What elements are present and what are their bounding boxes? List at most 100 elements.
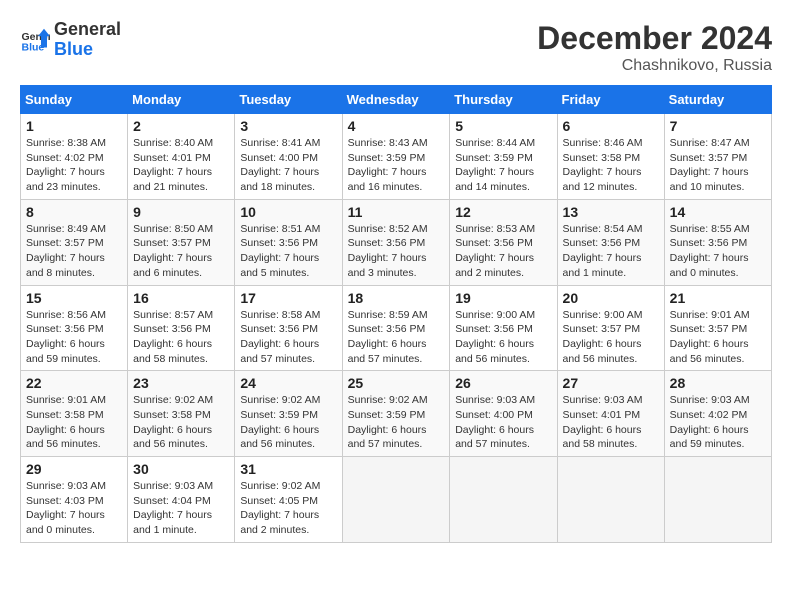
day-number: 26 — [455, 375, 551, 391]
location-subtitle: Chashnikovo, Russia — [537, 57, 772, 75]
day-number: 3 — [240, 118, 336, 134]
logo: General Blue General Blue — [20, 20, 121, 60]
logo-text: General Blue — [54, 20, 121, 60]
calendar-cell: 3 Sunrise: 8:41 AM Sunset: 4:00 PM Dayli… — [235, 114, 342, 200]
day-number: 5 — [455, 118, 551, 134]
day-info: Sunrise: 8:43 AM Sunset: 3:59 PM Dayligh… — [348, 136, 445, 195]
calendar-cell — [557, 457, 664, 543]
calendar-cell: 28 Sunrise: 9:03 AM Sunset: 4:02 PM Dayl… — [664, 371, 771, 457]
calendar-cell: 1 Sunrise: 8:38 AM Sunset: 4:02 PM Dayli… — [21, 114, 128, 200]
calendar-cell: 30 Sunrise: 9:03 AM Sunset: 4:04 PM Dayl… — [128, 457, 235, 543]
day-info: Sunrise: 8:51 AM Sunset: 3:56 PM Dayligh… — [240, 222, 336, 281]
day-number: 8 — [26, 204, 122, 220]
calendar-cell: 17 Sunrise: 8:58 AM Sunset: 3:56 PM Dayl… — [235, 285, 342, 371]
day-info: Sunrise: 8:58 AM Sunset: 3:56 PM Dayligh… — [240, 308, 336, 367]
day-number: 14 — [670, 204, 766, 220]
day-info: Sunrise: 8:50 AM Sunset: 3:57 PM Dayligh… — [133, 222, 229, 281]
day-info: Sunrise: 8:44 AM Sunset: 3:59 PM Dayligh… — [455, 136, 551, 195]
calendar-table: SundayMondayTuesdayWednesdayThursdayFrid… — [20, 85, 772, 543]
calendar-cell — [450, 457, 557, 543]
day-info: Sunrise: 9:03 AM Sunset: 4:02 PM Dayligh… — [670, 393, 766, 452]
day-info: Sunrise: 8:53 AM Sunset: 3:56 PM Dayligh… — [455, 222, 551, 281]
calendar-cell: 12 Sunrise: 8:53 AM Sunset: 3:56 PM Dayl… — [450, 199, 557, 285]
day-number: 15 — [26, 290, 122, 306]
calendar-cell: 19 Sunrise: 9:00 AM Sunset: 3:56 PM Dayl… — [450, 285, 557, 371]
day-number: 12 — [455, 204, 551, 220]
day-number: 24 — [240, 375, 336, 391]
calendar-day-header: Monday — [128, 86, 235, 114]
day-info: Sunrise: 8:57 AM Sunset: 3:56 PM Dayligh… — [133, 308, 229, 367]
calendar-cell: 11 Sunrise: 8:52 AM Sunset: 3:56 PM Dayl… — [342, 199, 450, 285]
day-number: 10 — [240, 204, 336, 220]
calendar-day-header: Saturday — [664, 86, 771, 114]
day-number: 25 — [348, 375, 445, 391]
calendar-cell: 26 Sunrise: 9:03 AM Sunset: 4:00 PM Dayl… — [450, 371, 557, 457]
day-info: Sunrise: 8:38 AM Sunset: 4:02 PM Dayligh… — [26, 136, 122, 195]
calendar-cell: 16 Sunrise: 8:57 AM Sunset: 3:56 PM Dayl… — [128, 285, 235, 371]
day-info: Sunrise: 8:49 AM Sunset: 3:57 PM Dayligh… — [26, 222, 122, 281]
calendar-cell: 2 Sunrise: 8:40 AM Sunset: 4:01 PM Dayli… — [128, 114, 235, 200]
day-number: 17 — [240, 290, 336, 306]
day-info: Sunrise: 9:00 AM Sunset: 3:57 PM Dayligh… — [563, 308, 659, 367]
calendar-cell: 24 Sunrise: 9:02 AM Sunset: 3:59 PM Dayl… — [235, 371, 342, 457]
day-info: Sunrise: 8:55 AM Sunset: 3:56 PM Dayligh… — [670, 222, 766, 281]
day-info: Sunrise: 9:01 AM Sunset: 3:57 PM Dayligh… — [670, 308, 766, 367]
day-number: 2 — [133, 118, 229, 134]
calendar-cell — [664, 457, 771, 543]
day-info: Sunrise: 9:02 AM Sunset: 3:59 PM Dayligh… — [348, 393, 445, 452]
calendar-day-header: Wednesday — [342, 86, 450, 114]
calendar-cell: 18 Sunrise: 8:59 AM Sunset: 3:56 PM Dayl… — [342, 285, 450, 371]
page-header: General Blue General Blue December 2024 … — [20, 20, 772, 75]
logo-icon: General Blue — [20, 25, 50, 55]
day-number: 11 — [348, 204, 445, 220]
calendar-day-header: Thursday — [450, 86, 557, 114]
day-number: 18 — [348, 290, 445, 306]
day-info: Sunrise: 9:03 AM Sunset: 4:01 PM Dayligh… — [563, 393, 659, 452]
calendar-day-header: Sunday — [21, 86, 128, 114]
day-number: 19 — [455, 290, 551, 306]
calendar-cell: 8 Sunrise: 8:49 AM Sunset: 3:57 PM Dayli… — [21, 199, 128, 285]
calendar-cell: 5 Sunrise: 8:44 AM Sunset: 3:59 PM Dayli… — [450, 114, 557, 200]
calendar-cell — [342, 457, 450, 543]
calendar-cell: 6 Sunrise: 8:46 AM Sunset: 3:58 PM Dayli… — [557, 114, 664, 200]
day-number: 21 — [670, 290, 766, 306]
day-info: Sunrise: 8:40 AM Sunset: 4:01 PM Dayligh… — [133, 136, 229, 195]
calendar-cell: 22 Sunrise: 9:01 AM Sunset: 3:58 PM Dayl… — [21, 371, 128, 457]
day-number: 9 — [133, 204, 229, 220]
day-number: 29 — [26, 461, 122, 477]
calendar-cell: 29 Sunrise: 9:03 AM Sunset: 4:03 PM Dayl… — [21, 457, 128, 543]
day-info: Sunrise: 8:41 AM Sunset: 4:00 PM Dayligh… — [240, 136, 336, 195]
calendar-cell: 9 Sunrise: 8:50 AM Sunset: 3:57 PM Dayli… — [128, 199, 235, 285]
day-info: Sunrise: 9:00 AM Sunset: 3:56 PM Dayligh… — [455, 308, 551, 367]
day-info: Sunrise: 9:02 AM Sunset: 4:05 PM Dayligh… — [240, 479, 336, 538]
calendar-week-row: 8 Sunrise: 8:49 AM Sunset: 3:57 PM Dayli… — [21, 199, 772, 285]
day-info: Sunrise: 9:03 AM Sunset: 4:03 PM Dayligh… — [26, 479, 122, 538]
day-info: Sunrise: 9:01 AM Sunset: 3:58 PM Dayligh… — [26, 393, 122, 452]
calendar-day-header: Friday — [557, 86, 664, 114]
day-number: 13 — [563, 204, 659, 220]
calendar-cell: 14 Sunrise: 8:55 AM Sunset: 3:56 PM Dayl… — [664, 199, 771, 285]
svg-text:Blue: Blue — [22, 41, 45, 53]
day-number: 7 — [670, 118, 766, 134]
day-number: 4 — [348, 118, 445, 134]
calendar-cell: 25 Sunrise: 9:02 AM Sunset: 3:59 PM Dayl… — [342, 371, 450, 457]
day-info: Sunrise: 9:03 AM Sunset: 4:00 PM Dayligh… — [455, 393, 551, 452]
calendar-week-row: 1 Sunrise: 8:38 AM Sunset: 4:02 PM Dayli… — [21, 114, 772, 200]
calendar-cell: 20 Sunrise: 9:00 AM Sunset: 3:57 PM Dayl… — [557, 285, 664, 371]
day-info: Sunrise: 8:46 AM Sunset: 3:58 PM Dayligh… — [563, 136, 659, 195]
day-number: 16 — [133, 290, 229, 306]
day-info: Sunrise: 8:56 AM Sunset: 3:56 PM Dayligh… — [26, 308, 122, 367]
day-number: 22 — [26, 375, 122, 391]
calendar-week-row: 22 Sunrise: 9:01 AM Sunset: 3:58 PM Dayl… — [21, 371, 772, 457]
title-block: December 2024 Chashnikovo, Russia — [537, 20, 772, 75]
calendar-cell: 27 Sunrise: 9:03 AM Sunset: 4:01 PM Dayl… — [557, 371, 664, 457]
calendar-day-header: Tuesday — [235, 86, 342, 114]
day-number: 6 — [563, 118, 659, 134]
calendar-week-row: 15 Sunrise: 8:56 AM Sunset: 3:56 PM Dayl… — [21, 285, 772, 371]
calendar-cell: 7 Sunrise: 8:47 AM Sunset: 3:57 PM Dayli… — [664, 114, 771, 200]
calendar-cell: 21 Sunrise: 9:01 AM Sunset: 3:57 PM Dayl… — [664, 285, 771, 371]
calendar-cell: 31 Sunrise: 9:02 AM Sunset: 4:05 PM Dayl… — [235, 457, 342, 543]
day-number: 27 — [563, 375, 659, 391]
day-info: Sunrise: 8:47 AM Sunset: 3:57 PM Dayligh… — [670, 136, 766, 195]
calendar-cell: 23 Sunrise: 9:02 AM Sunset: 3:58 PM Dayl… — [128, 371, 235, 457]
